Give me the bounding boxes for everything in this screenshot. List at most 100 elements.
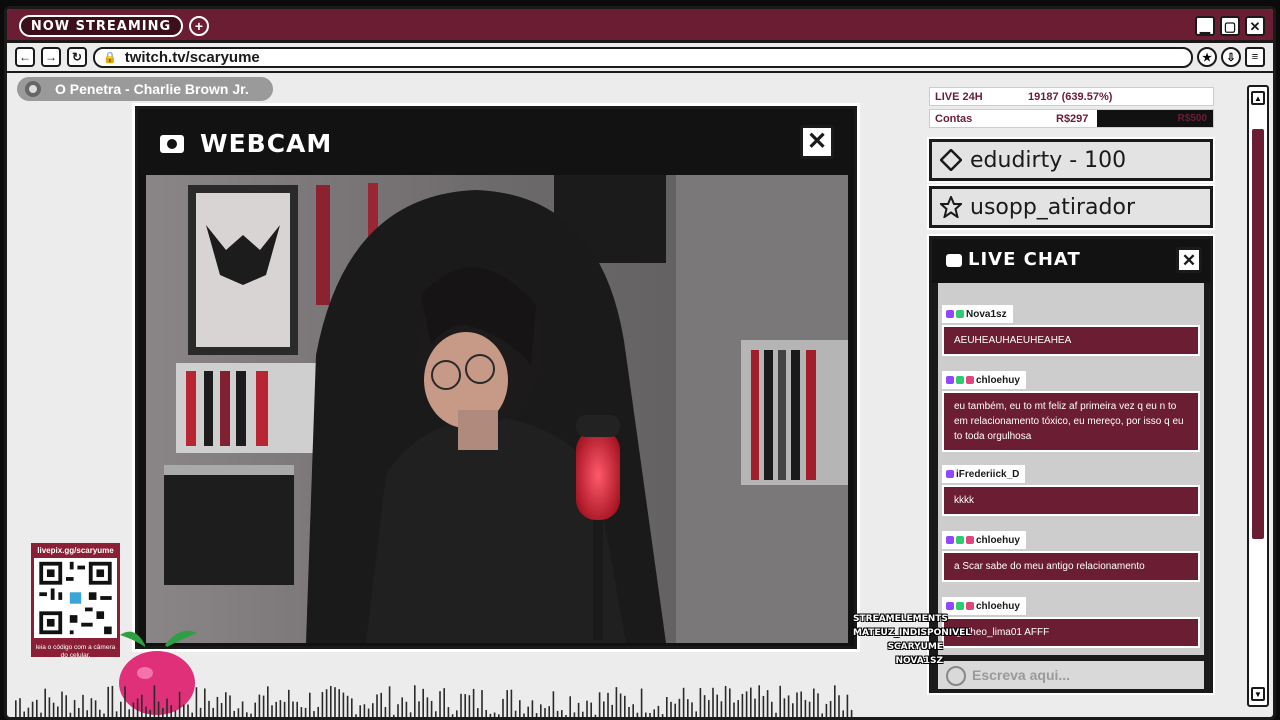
now-streaming-tab[interactable]: NOW STREAMING [19,15,183,37]
page-scrollbar[interactable]: ▲ ▼ [1247,85,1269,707]
audio-bar [787,695,790,717]
audio-bar [409,712,412,717]
livepix-qr-widget: livepix.gg/scaryume leia o código com a … [31,543,120,659]
audio-bar [804,699,807,717]
audio-bar [712,687,714,717]
audio-bar [124,686,126,717]
qr-code-icon[interactable] [34,558,117,638]
audio-bar [90,698,93,717]
audio-bar [254,702,256,717]
audio-bar [695,711,697,717]
audio-bar [250,713,252,717]
star-icon[interactable]: ★ [1197,47,1217,67]
new-tab-icon[interactable]: + [189,16,209,36]
badge-icon [946,470,954,478]
audio-bar [296,701,298,717]
chat-close-button[interactable]: ✕ [1176,247,1202,273]
audio-bar [237,708,240,717]
reload-icon[interactable]: ↻ [67,47,87,67]
audio-bar [363,704,366,717]
audio-bar [313,711,315,717]
audio-bar [246,712,248,717]
maximize-icon[interactable]: ▢ [1220,16,1240,36]
audio-bar [531,700,534,717]
audio-bar [544,708,546,717]
chat-username: iFrederiick_D [942,465,1026,483]
audio-bar [61,691,63,717]
webcam-close-button[interactable]: ✕ [800,125,834,159]
audio-bar [351,698,353,717]
audio-bar [842,710,844,717]
chat-username: chloehuy [942,371,1026,389]
camera-icon [160,135,184,153]
forward-icon[interactable]: → [41,47,61,67]
audio-bar [703,695,706,717]
audio-bar [640,688,643,717]
audio-bar [52,702,55,717]
audio-bar [771,701,773,717]
audio-bar [393,714,395,717]
audio-bar [82,694,84,717]
badge-icon [966,376,974,384]
audio-bar [762,695,765,717]
audio-bar [800,691,802,717]
audio-bar [346,695,349,717]
live-24h-stat: LIVE 24H 19187 (639.57%) [929,87,1214,106]
viewer-list: STREAMELEMENTS MATEUZ_INDISPONIVEL SCARY… [853,612,971,668]
download-icon[interactable]: ⇩ [1221,47,1241,67]
audio-bar [111,685,114,717]
audio-bar [141,694,143,717]
audio-bar [132,702,135,717]
chat-username: chloehuy [942,597,1026,615]
minimize-icon[interactable]: ▁ [1195,16,1215,36]
url-text: twitch.tv/scaryume [124,49,260,66]
audio-bar [204,688,206,717]
webcam-scene [146,175,848,643]
menu-icon[interactable]: ≡ [1245,47,1265,67]
qr-url: livepix.gg/scaryume [37,546,114,555]
audio-bar [283,701,286,717]
audio-bar [498,714,500,717]
audio-bar [334,687,336,717]
audio-bar [607,692,609,717]
close-icon[interactable]: ✕ [1245,16,1265,36]
badge-icon [946,376,954,384]
chat-input[interactable]: Escreva aqui... [938,659,1204,689]
badge-icon [946,310,954,318]
scrollbar-thumb[interactable] [1252,129,1264,539]
audio-bar [779,685,781,717]
webcam-video [146,175,848,643]
scroll-up-icon[interactable]: ▲ [1251,91,1265,105]
audio-bar [611,704,613,717]
viewer-name: SCARYUME [887,642,943,652]
audio-bar [556,710,559,717]
audio-bar [65,695,67,717]
audio-bar [372,703,374,717]
audio-bar [120,701,122,717]
diamond-icon [940,149,962,171]
username-text: Nova1sz [966,308,1007,320]
badge-icon [956,310,964,318]
audio-bar [745,691,748,717]
back-icon[interactable]: ← [15,47,35,67]
audio-bar [199,707,202,717]
audio-bar [103,713,105,717]
audio-bar [40,712,42,717]
scroll-down-icon[interactable]: ▼ [1251,687,1265,701]
title-bar: NOW STREAMING + ▁ ▢ ✕ [7,9,1273,43]
url-field[interactable]: 🔒 twitch.tv/scaryume [93,47,1193,68]
audio-bar [817,693,819,717]
chat-header: LIVE CHAT ✕ [932,239,1210,283]
audio-bar [708,700,710,717]
audio-bar [170,705,172,717]
emoji-icon[interactable] [946,666,966,686]
audio-bar [451,714,454,717]
audio-bar [737,700,739,717]
audio-bar [594,714,597,717]
chat-username: chloehuy [942,531,1026,549]
bills-value: R$297 [1056,112,1089,125]
audio-bar [145,706,147,717]
audio-bar [187,704,189,717]
audio-bar [464,694,466,717]
audio-bar [267,686,269,717]
